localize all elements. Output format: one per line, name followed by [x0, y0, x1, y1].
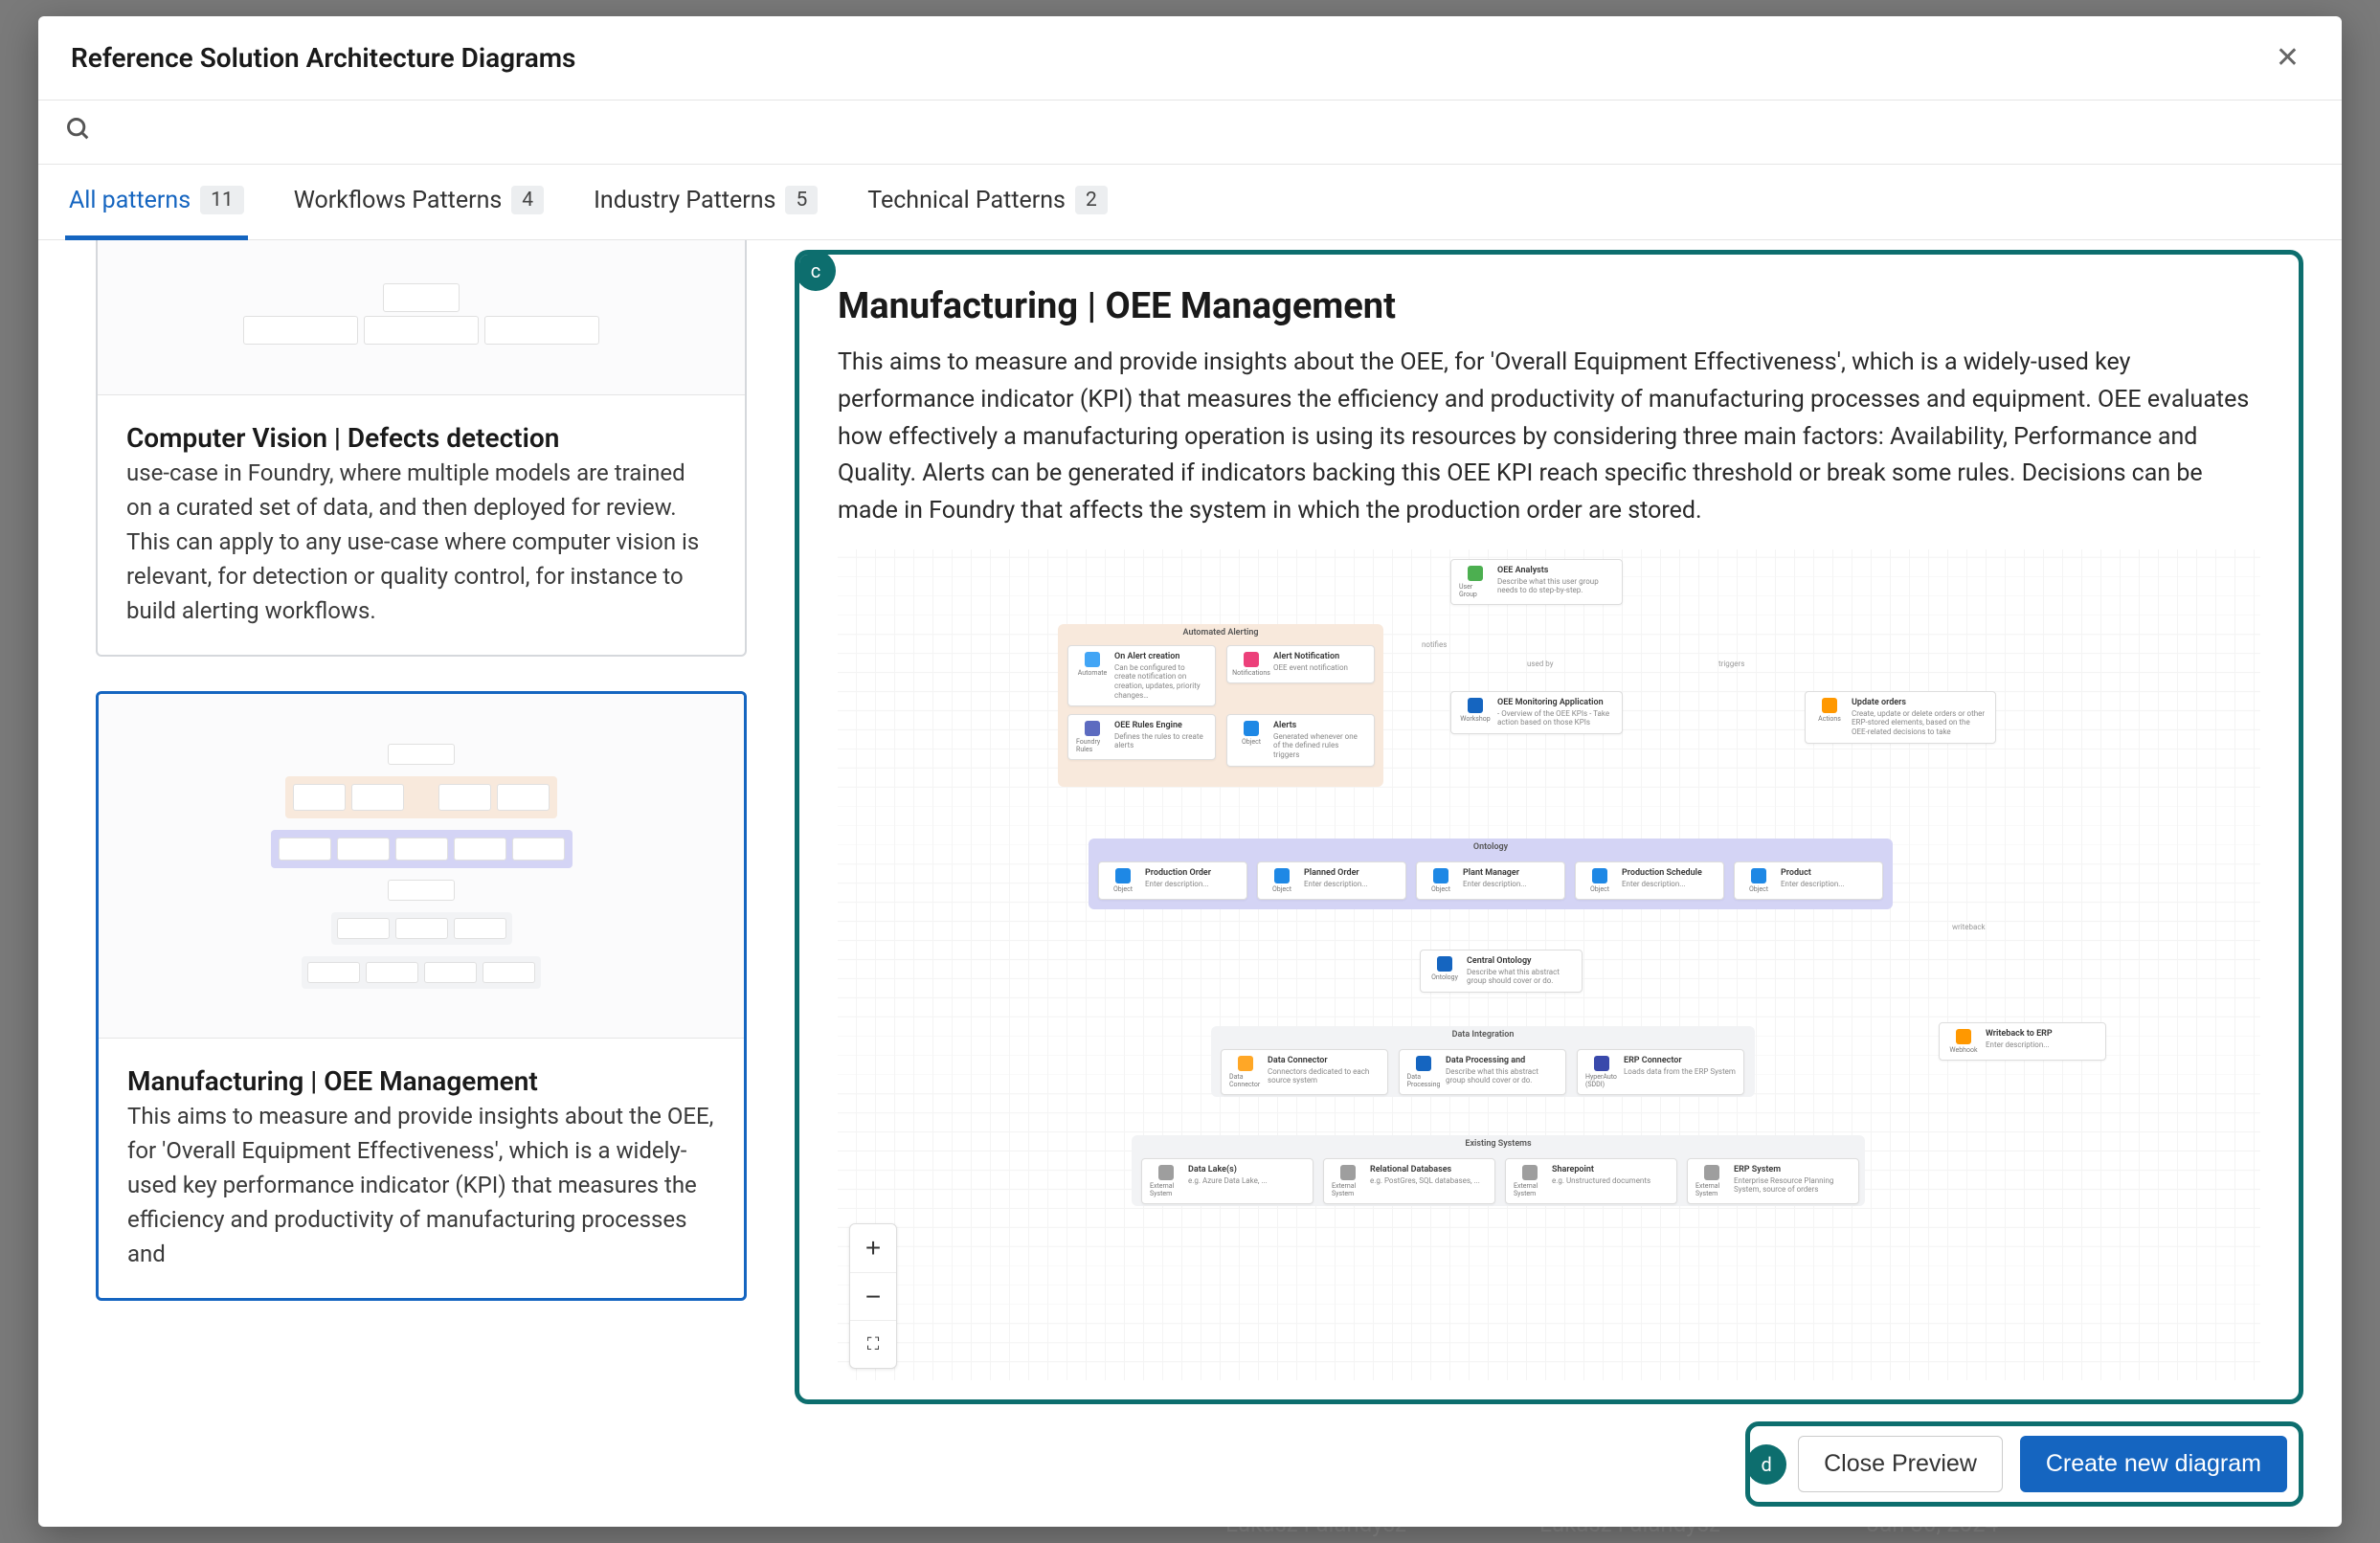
tab-label: Technical Patterns: [867, 187, 1066, 214]
node-product[interactable]: Object ProductEnter description...: [1734, 861, 1883, 900]
card-description: This aims to measure and provide insight…: [127, 1099, 715, 1271]
zoom-in-button[interactable]: +: [850, 1224, 896, 1272]
search-row: [38, 101, 2342, 165]
card-title: Computer Vision | Defects detection: [126, 422, 716, 454]
node-alerts[interactable]: Object AlertsGenerated whenever one of t…: [1226, 714, 1375, 767]
group-label: Ontology: [1473, 842, 1508, 852]
diagram-canvas[interactable]: User Group OEE AnalystsDescribe what thi…: [838, 549, 2260, 1380]
tab-count: 11: [200, 186, 244, 214]
tab-count: 2: [1075, 186, 1108, 214]
group-label: Automated Alerting: [1183, 628, 1259, 637]
node-on-alert[interactable]: Automate On Alert creationCan be configu…: [1067, 645, 1216, 706]
node-plant-manager[interactable]: Object Plant ManagerEnter description...: [1416, 861, 1565, 900]
group-label: Existing Systems: [1465, 1139, 1531, 1149]
footer: d Close Preview Create new diagram: [795, 1404, 2303, 1508]
annotation-badge-d: d: [1746, 1444, 1786, 1485]
node-oee-analysts[interactable]: User Group OEE AnalystsDescribe what thi…: [1450, 559, 1623, 605]
card-oee-management[interactable]: Manufacturing | OEE Management This aims…: [96, 691, 747, 1301]
create-diagram-button[interactable]: Create new diagram: [2020, 1436, 2287, 1492]
node-erp-system[interactable]: External System ERP SystemEnterprise Res…: [1687, 1158, 1859, 1204]
node-update-orders[interactable]: Actions Update ordersCreate, update or d…: [1805, 691, 1996, 744]
tab-industry-patterns[interactable]: Industry Patterns 5: [590, 165, 821, 240]
card-description[interactable]: use-case in Foundry, where multiple mode…: [126, 456, 716, 628]
fullscreen-button[interactable]: ⛶: [850, 1320, 896, 1368]
annotation-badge-c: c: [796, 251, 836, 291]
edge-label: writeback: [1952, 923, 1986, 931]
modal-header: Reference Solution Architecture Diagrams…: [38, 16, 2342, 101]
node-production-schedule[interactable]: Object Production ScheduleEnter descript…: [1575, 861, 1724, 900]
node-data-processing[interactable]: Data Processing Data Processing andDescr…: [1399, 1049, 1566, 1095]
zoom-controls: + − ⛶: [849, 1223, 897, 1369]
tab-count: 4: [511, 186, 544, 214]
footer-actions: d Close Preview Create new diagram: [1745, 1421, 2303, 1507]
card-computer-vision[interactable]: Computer Vision | Defects detection use-…: [96, 240, 747, 657]
tab-label: Industry Patterns: [594, 187, 775, 214]
node-relational-db[interactable]: External System Relational Databasese.g.…: [1323, 1158, 1495, 1204]
detail-title: Manufacturing | OEE Management: [838, 285, 2260, 327]
edge-label: triggers: [1718, 660, 1744, 668]
edge-label: used by: [1527, 660, 1554, 668]
tab-workflows-patterns[interactable]: Workflows Patterns 4: [290, 165, 548, 240]
node-production-order[interactable]: Object Production OrderEnter description…: [1098, 861, 1247, 900]
close-preview-button[interactable]: Close Preview: [1798, 1436, 2003, 1492]
node-alert-notification[interactable]: Notifications Alert NotificationOEE even…: [1226, 645, 1375, 683]
modal-title: Reference Solution Architecture Diagrams: [71, 42, 575, 74]
detail-description: This aims to measure and provide insight…: [838, 345, 2260, 530]
node-planned-order[interactable]: Object Planned OrderEnter description...: [1257, 861, 1406, 900]
tab-technical-patterns[interactable]: Technical Patterns 2: [864, 165, 1111, 240]
zoom-out-button[interactable]: −: [850, 1272, 896, 1320]
close-icon[interactable]: ✕: [2266, 37, 2309, 78]
node-data-lake[interactable]: External System Data Lake(s)e.g. Azure D…: [1141, 1158, 1313, 1204]
tab-label: All patterns: [69, 187, 191, 214]
search-icon[interactable]: [65, 128, 92, 146]
tab-count: 5: [785, 186, 818, 214]
tabs: All patterns 11 Workflows Patterns 4 Ind…: [38, 165, 2342, 240]
card-list[interactable]: Computer Vision | Defects detection use-…: [38, 240, 785, 1527]
tab-all-patterns[interactable]: All patterns 11: [65, 165, 248, 240]
group-label: Data Integration: [1452, 1030, 1515, 1040]
detail-panel: c Manufacturing | OEE Management This ai…: [785, 240, 2342, 1527]
node-writeback-erp[interactable]: Webhook Writeback to ERPEnter descriptio…: [1939, 1022, 2106, 1061]
node-central-ontology[interactable]: Ontology Central OntologyDescribe what t…: [1420, 950, 1583, 993]
node-sharepoint[interactable]: External System Sharepointe.g. Unstructu…: [1505, 1158, 1677, 1204]
card-thumbnail: [99, 694, 744, 1039]
card-title: Manufacturing | OEE Management: [127, 1065, 715, 1097]
node-erp-connector[interactable]: HyperAuto (SDDI) ERP ConnectorLoads data…: [1577, 1049, 1744, 1095]
edge-label: notifies: [1422, 640, 1447, 649]
card-thumbnail: [98, 240, 745, 395]
node-rules-engine[interactable]: Foundry Rules OEE Rules EngineDefines th…: [1067, 714, 1216, 760]
detail-box: c Manufacturing | OEE Management This ai…: [795, 250, 2303, 1404]
node-data-connector[interactable]: Data Connector Data ConnectorConnectors …: [1221, 1049, 1388, 1095]
node-monitoring-app[interactable]: Workshop OEE Monitoring Application- Ove…: [1450, 691, 1623, 734]
modal-body: Computer Vision | Defects detection use-…: [38, 240, 2342, 1527]
modal: Reference Solution Architecture Diagrams…: [38, 16, 2342, 1527]
tab-label: Workflows Patterns: [294, 187, 503, 214]
